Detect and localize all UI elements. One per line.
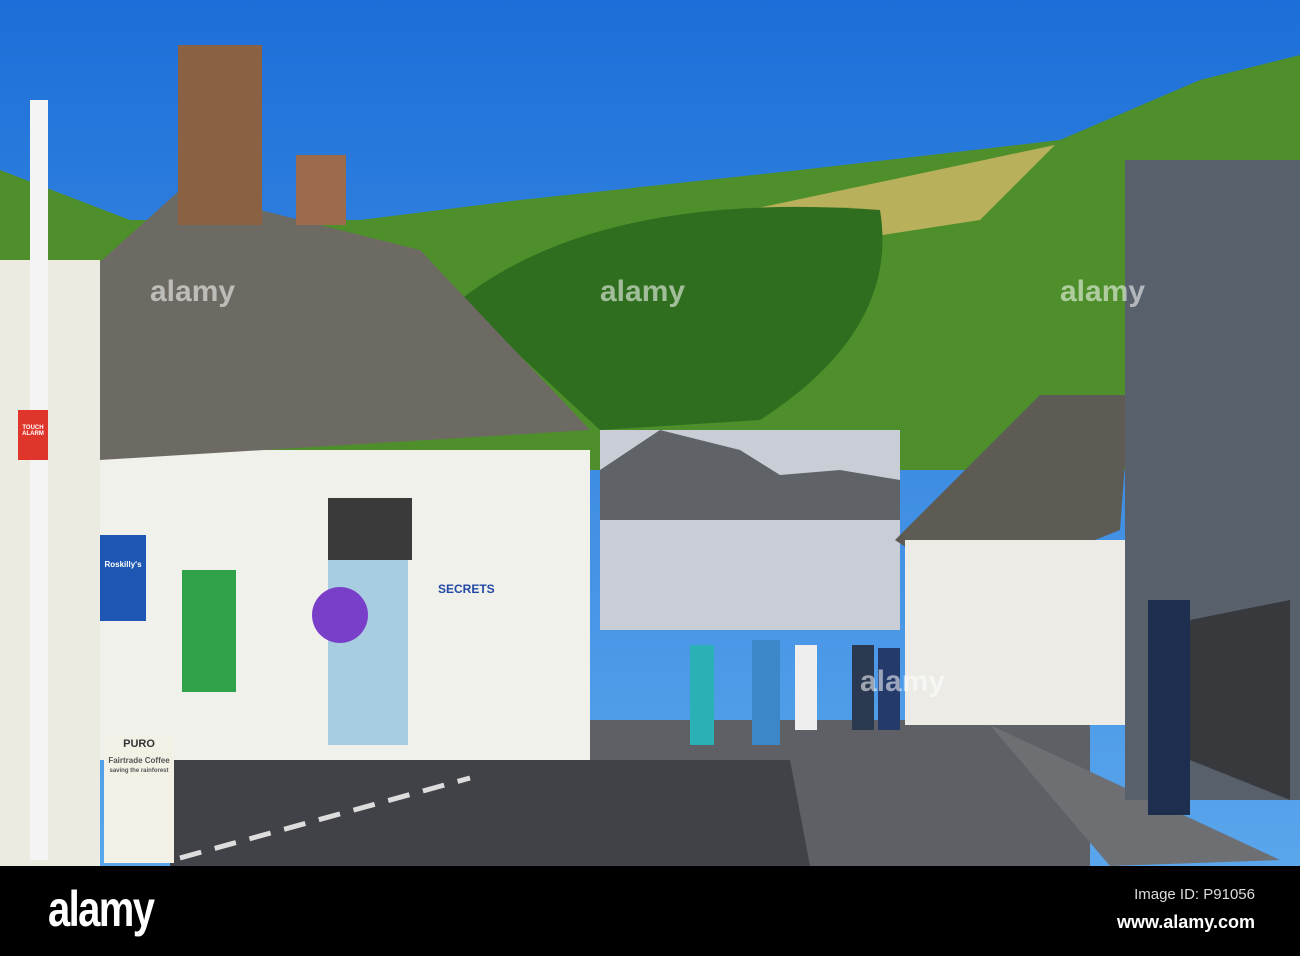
hanging-flowers <box>312 587 368 643</box>
alarm-sign-text: TOUCH ALARM <box>22 425 44 437</box>
green-info-box <box>182 570 236 692</box>
gallery-sign: SECRETS <box>438 582 495 596</box>
coffee-sign-board <box>104 735 174 863</box>
door-awning <box>328 498 412 560</box>
coffee-sign-line2: saving the rainforest <box>109 768 169 774</box>
chimney <box>178 45 262 225</box>
alamy-logo: alamy <box>48 881 155 937</box>
chimney-pots <box>296 155 346 225</box>
watermark-footer: alamy Image ID: P91056 www.alamy.com <box>0 866 1300 956</box>
village-street-photo <box>0 0 1300 866</box>
drainpipe <box>30 100 48 860</box>
watermark-overlay: alamy <box>600 275 686 308</box>
coffee-sign-line1: Fairtrade Coffee <box>108 756 170 765</box>
road-shadow <box>170 760 810 866</box>
blue-flag <box>100 535 146 621</box>
watermark-overlay: alamy <box>860 665 946 698</box>
watermark-overlay: alamy <box>1060 275 1146 308</box>
ice-cream-flag-text: Roskilly's <box>104 560 142 569</box>
left-building <box>0 260 100 866</box>
coffee-sign-brand: PURO <box>123 738 155 750</box>
watermark-overlay: alamy <box>150 275 236 308</box>
photo-frame: SECRETS PURO Fairtrade Coffee saving the… <box>0 0 1300 956</box>
website-link[interactable]: www.alamy.com <box>1117 912 1255 933</box>
image-id: Image ID: P91056 <box>1134 886 1255 903</box>
